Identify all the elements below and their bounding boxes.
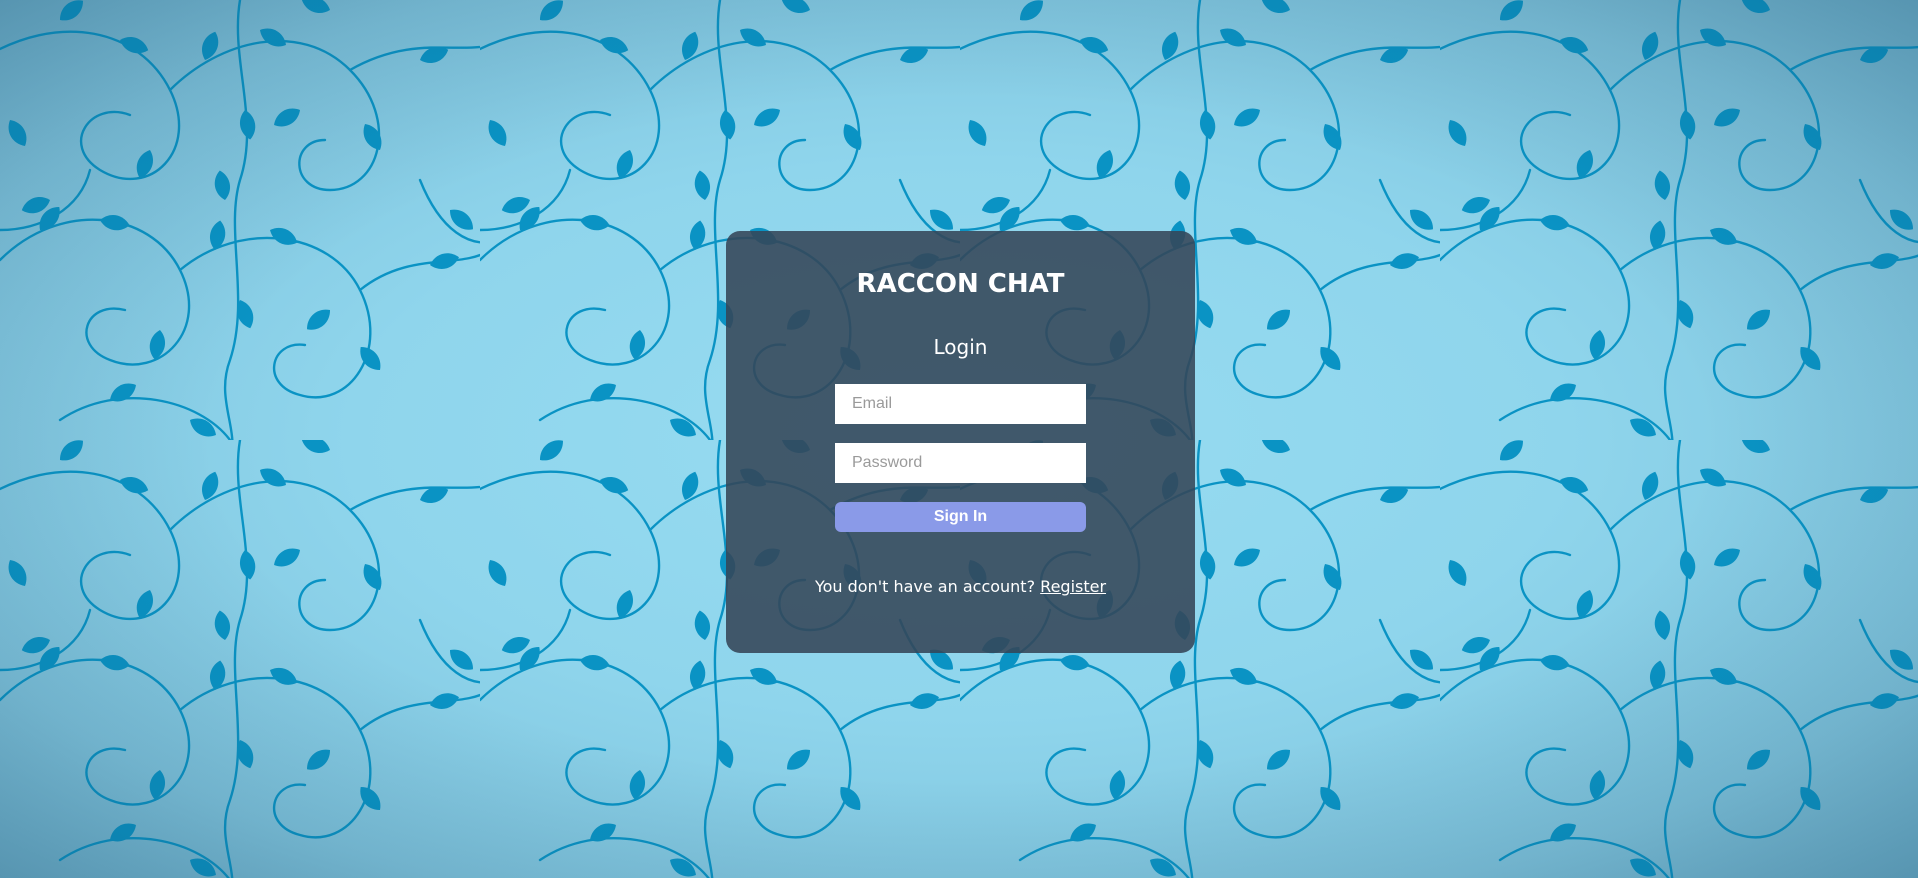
register-prompt: You don't have an account? Register [726,577,1195,596]
email-input[interactable] [835,384,1086,424]
register-link[interactable]: Register [1040,577,1106,596]
login-card: RACCON CHAT Login Sign In You don't have… [726,231,1195,653]
password-input[interactable] [835,443,1086,483]
login-heading: Login [933,335,988,359]
register-prompt-text: You don't have an account? [814,577,1036,596]
app-title: RACCON CHAT [856,269,1065,299]
sign-in-button[interactable]: Sign In [835,502,1086,532]
